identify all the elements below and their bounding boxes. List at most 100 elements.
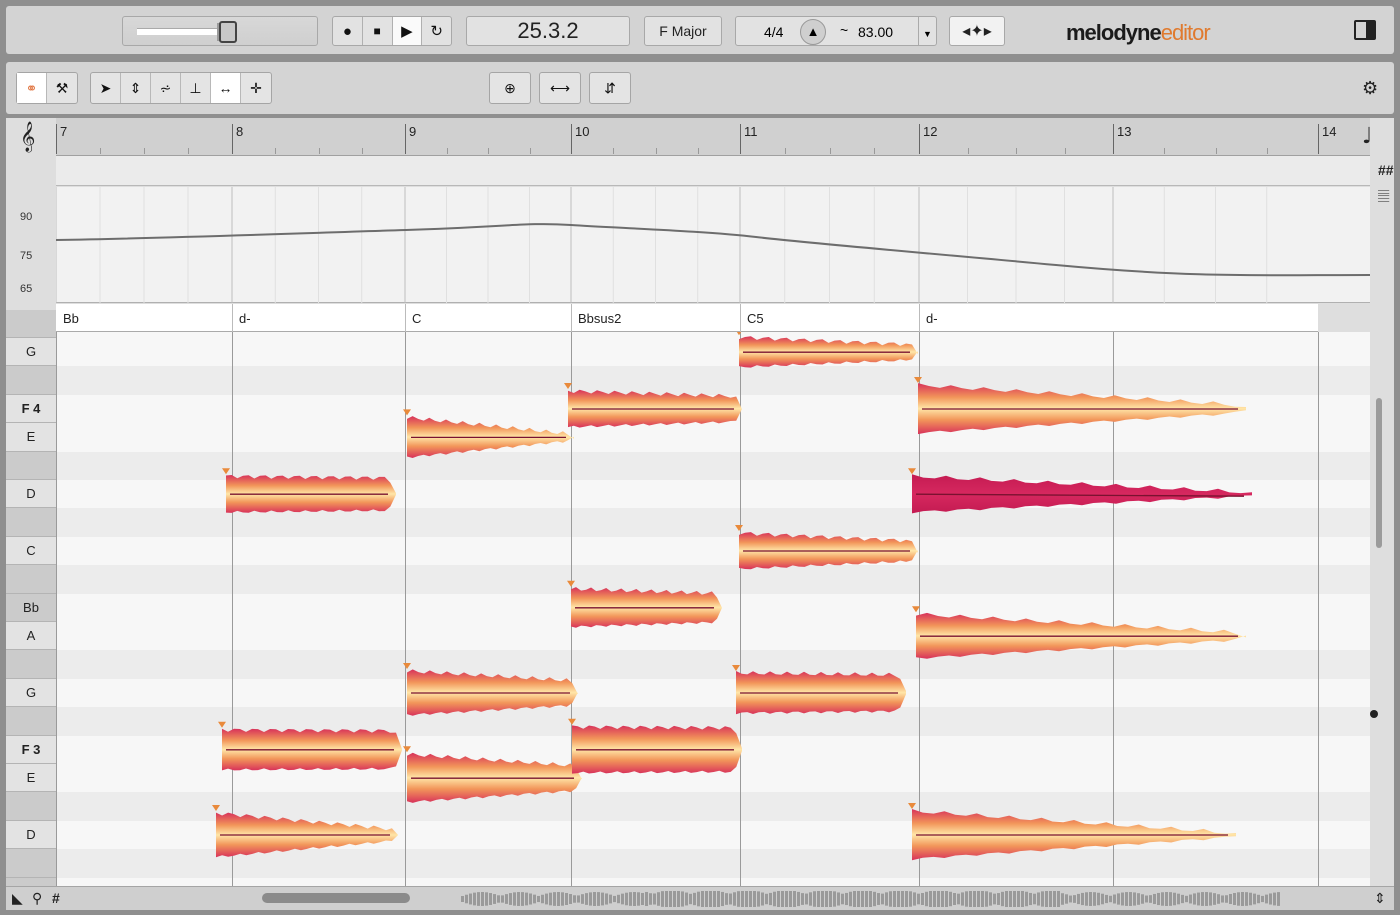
overview-wave-segment	[1105, 894, 1108, 904]
chord-track[interactable]: Bb d- C Bbsus2 C5 d-	[56, 304, 1318, 332]
overview-wave-segment	[1017, 891, 1020, 907]
pitch-key[interactable]: G	[6, 338, 56, 367]
overview-wave-segment	[789, 891, 792, 907]
chord-label[interactable]: C	[412, 311, 421, 326]
main-tool-icon[interactable]: ➤	[91, 73, 121, 103]
staff-view-icon[interactable]: 𝄚	[1378, 188, 1389, 205]
pitch-key[interactable]	[6, 508, 56, 537]
stop-button[interactable]: ■	[363, 17, 393, 45]
metronome-icon[interactable]: ▲	[800, 19, 826, 45]
compress-icon[interactable]: ⇵	[590, 73, 630, 103]
layout-toggle-icon[interactable]	[1354, 20, 1376, 40]
amplitude-tool-icon[interactable]: ⊥	[181, 73, 211, 103]
scrub-tool-icon[interactable]: ⚲	[32, 890, 42, 907]
formant-tool-icon[interactable]: ⩫	[151, 73, 181, 103]
overview-wave-segment	[849, 891, 852, 907]
position-display[interactable]: 25.3.2	[466, 16, 630, 46]
selected-note-blob[interactable]	[912, 474, 1252, 514]
pitch-key[interactable]	[6, 565, 56, 594]
pitch-key[interactable]	[6, 366, 56, 395]
loop-button[interactable]: ↻	[422, 17, 451, 45]
overview-wave-segment	[1085, 892, 1088, 906]
beat-tick	[829, 148, 831, 154]
clef-icon[interactable]: 𝄞	[20, 122, 35, 153]
chord-label[interactable]: Bbsus2	[578, 311, 621, 326]
time-tool-icon[interactable]: ↔	[211, 73, 241, 103]
pitch-key[interactable]: F 4	[6, 394, 56, 424]
key-selector[interactable]: F Major	[644, 16, 722, 46]
overview-wave-segment	[1005, 891, 1008, 907]
timeline-ruler[interactable]: 7 8 9 10 11 12 13 14	[56, 118, 1370, 156]
beat-tick	[697, 148, 699, 154]
vertical-scrollbar[interactable]	[1372, 318, 1386, 878]
pitch-key[interactable]: C	[6, 536, 56, 566]
horizontal-scroll-thumb[interactable]	[262, 893, 410, 903]
pitch-key[interactable]: G	[6, 678, 56, 708]
bar-number: 10	[575, 124, 590, 139]
chord-label[interactable]: C5	[747, 311, 764, 326]
overview-wave-segment	[605, 893, 608, 905]
record-button[interactable]: ●	[333, 17, 363, 45]
overview-wave-segment	[829, 891, 832, 907]
pitch-key[interactable]: F 3	[6, 735, 56, 764]
overview-wave-segment	[801, 893, 804, 905]
overview-wave-segment	[669, 891, 672, 907]
scale-icon[interactable]: #	[52, 890, 60, 906]
note-grid-icon[interactable]: ♩	[1362, 124, 1372, 149]
overview-wave-segment	[645, 891, 648, 907]
pitch-key[interactable]	[6, 309, 56, 338]
overview-wave-segment	[1093, 892, 1096, 906]
play-button[interactable]: ▶	[392, 17, 423, 45]
edit-mode-group: ⚭ ⚒	[16, 72, 78, 104]
volume-knob[interactable]	[219, 21, 237, 43]
vertical-zoom-handle[interactable]	[1370, 710, 1378, 718]
pitch-key[interactable]	[6, 849, 56, 878]
overview-wave-segment	[1149, 895, 1152, 903]
chord-label[interactable]: d-	[926, 311, 938, 326]
pitch-key[interactable]	[6, 451, 56, 480]
pitch-key[interactable]	[6, 792, 56, 821]
correct-pitch-icon[interactable]: ⊕	[490, 73, 530, 103]
overview-wave-segment	[1129, 892, 1132, 906]
overview-wave-segment	[1073, 895, 1076, 903]
pitch-key[interactable]: E	[6, 423, 56, 452]
tempo-detect-button[interactable]: ◂✦▸	[949, 16, 1005, 46]
chord-label[interactable]: d-	[239, 311, 251, 326]
pitch-key[interactable]: E	[6, 764, 56, 793]
overview-wave-segment	[717, 891, 720, 907]
note-grid[interactable]	[56, 332, 1370, 886]
tools-mode-icon[interactable]: ⚒	[47, 73, 77, 103]
pitch-tool-icon[interactable]: ⇕	[121, 73, 151, 103]
pitch-key[interactable]	[6, 650, 56, 679]
overview-wave-segment	[517, 892, 520, 906]
overview-wave-segment	[989, 892, 992, 906]
vertical-scroll-thumb[interactable]	[1376, 398, 1382, 548]
overview-wave-segment	[585, 893, 588, 905]
pitch-key[interactable]: D	[6, 480, 56, 509]
quantize-time-icon[interactable]: ⟷	[540, 73, 580, 103]
note-separation-tool-icon[interactable]: ✛	[241, 73, 271, 103]
waveform-overview[interactable]	[461, 891, 1281, 907]
pitch-key[interactable]: A	[6, 622, 56, 651]
note-start-marker	[222, 468, 230, 475]
tempo-value[interactable]: 83.00	[858, 24, 893, 40]
chord-label[interactable]: Bb	[63, 311, 79, 326]
tempo-curve-lane[interactable]: 90 75 65	[20, 187, 1371, 303]
chord-separator	[232, 304, 233, 332]
note-edit-mode-icon[interactable]: ⚭	[17, 73, 47, 103]
pitch-key[interactable]: Bb	[6, 593, 56, 622]
pitch-key[interactable]	[6, 707, 56, 736]
overview-wave-segment	[813, 891, 816, 907]
play-cursor-icon[interactable]: ◣	[12, 890, 23, 907]
pitch-key[interactable]: D	[6, 820, 56, 850]
beat-tick	[1215, 148, 1217, 154]
overview-wave-segment	[945, 891, 948, 907]
zoom-fit-icon[interactable]: ⇕	[1374, 890, 1386, 907]
scale-snap-icon[interactable]: ##	[1378, 162, 1394, 178]
tempo-dropdown-icon[interactable]: ▼	[918, 17, 936, 45]
bar-tick	[232, 124, 233, 154]
overview-wave-segment	[773, 891, 776, 907]
gear-icon[interactable]: ⚙	[1362, 78, 1378, 99]
volume-slider[interactable]	[122, 16, 318, 46]
time-signature[interactable]: 4/4	[764, 24, 783, 40]
